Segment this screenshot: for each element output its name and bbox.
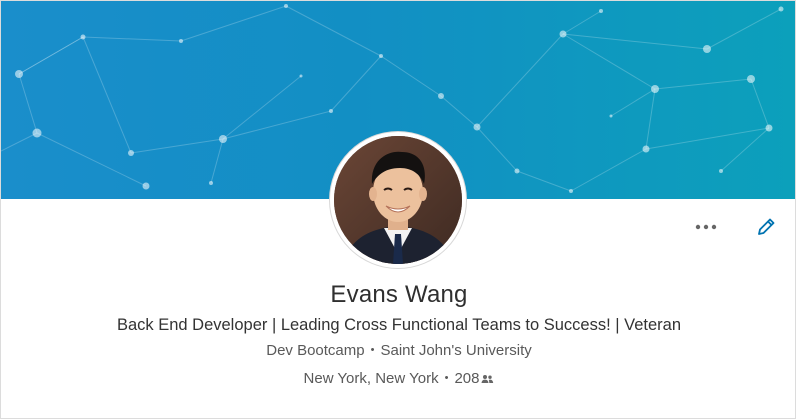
location-line: New York, New York • 208 [1,370,795,388]
person-photo-illustration [334,136,462,264]
more-horizontal-icon [695,224,717,230]
pencil-icon [758,218,775,235]
profile-card: Evans Wang Back End Developer | Leading … [0,0,796,419]
education-school-link[interactable]: Dev Bootcamp [266,342,364,359]
profile-headline: Back End Developer | Leading Cross Funct… [116,316,682,334]
more-actions-button[interactable] [689,213,723,241]
education-school-link[interactable]: Saint John's University [380,342,531,359]
edit-profile-button[interactable] [751,213,781,241]
profile-photo[interactable] [334,136,462,264]
profile-photo-frame[interactable] [330,132,466,268]
education-line: Dev Bootcamp • Saint John's University [1,342,795,359]
profile-name: Evans Wang [330,281,468,308]
people-icon [481,371,494,388]
profile-location: New York, New York [303,370,439,387]
separator-dot: • [444,372,449,384]
connections-count[interactable]: 208 [454,370,479,387]
separator-dot: • [370,344,375,356]
